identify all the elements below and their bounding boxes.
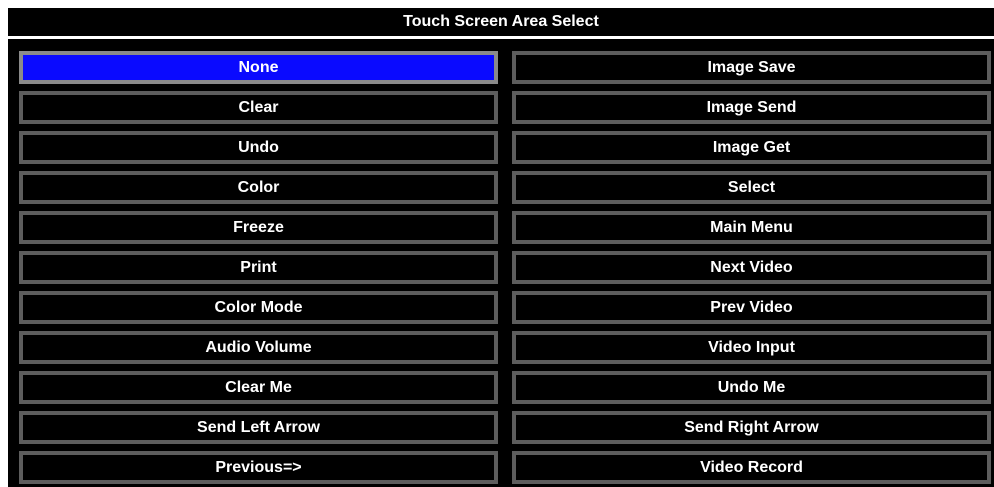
button-label: Image Get bbox=[712, 138, 791, 156]
button-label: Undo Me bbox=[717, 378, 786, 396]
button-label: Clear bbox=[238, 98, 279, 116]
area-button-image-send[interactable]: Image Send bbox=[512, 91, 991, 124]
button-label: Send Left Arrow bbox=[197, 418, 320, 436]
button-label: Color Mode bbox=[214, 298, 303, 316]
area-button-prev-video[interactable]: Prev Video bbox=[512, 291, 991, 324]
area-button-print[interactable]: Print bbox=[19, 251, 498, 284]
area-button-color-mode[interactable]: Color Mode bbox=[19, 291, 498, 324]
area-button-video-input[interactable]: Video Input bbox=[512, 331, 991, 364]
area-button-clear-me[interactable]: Clear Me bbox=[19, 371, 498, 404]
button-label: Color bbox=[237, 178, 280, 196]
title-divider bbox=[8, 36, 994, 39]
area-button-undo-me[interactable]: Undo Me bbox=[512, 371, 991, 404]
area-button-image-save[interactable]: Image Save bbox=[512, 51, 991, 84]
button-label: Print bbox=[240, 258, 277, 276]
button-label: Main Menu bbox=[710, 218, 793, 236]
area-button-video-record[interactable]: Video Record bbox=[512, 451, 991, 484]
button-label: Audio Volume bbox=[205, 338, 312, 356]
button-label: Image Save bbox=[707, 58, 796, 76]
area-button-clear[interactable]: Clear bbox=[19, 91, 498, 124]
area-button-none[interactable]: None bbox=[19, 51, 498, 84]
area-button-image-get[interactable]: Image Get bbox=[512, 131, 991, 164]
area-button-grid: None Image Save Clear Image Send Undo Im… bbox=[19, 51, 991, 484]
button-label: None bbox=[238, 58, 279, 76]
area-button-select[interactable]: Select bbox=[512, 171, 991, 204]
area-button-freeze[interactable]: Freeze bbox=[19, 211, 498, 244]
button-label: Video Record bbox=[700, 458, 803, 476]
button-label: Undo bbox=[238, 138, 279, 156]
touch-area-panel: Touch Screen Area Select None Image Save… bbox=[8, 8, 994, 487]
area-button-main-menu[interactable]: Main Menu bbox=[512, 211, 991, 244]
button-label: Send Right Arrow bbox=[684, 418, 819, 436]
button-label: Previous=> bbox=[215, 458, 302, 476]
area-button-next-video[interactable]: Next Video bbox=[512, 251, 991, 284]
button-label: Prev Video bbox=[710, 298, 793, 316]
button-label: Next Video bbox=[710, 258, 793, 276]
button-label: Clear Me bbox=[225, 378, 292, 396]
area-button-send-left-arrow[interactable]: Send Left Arrow bbox=[19, 411, 498, 444]
area-button-undo[interactable]: Undo bbox=[19, 131, 498, 164]
area-button-audio-volume[interactable]: Audio Volume bbox=[19, 331, 498, 364]
button-label: Image Send bbox=[706, 98, 797, 116]
area-button-color[interactable]: Color bbox=[19, 171, 498, 204]
button-label: Select bbox=[727, 178, 776, 196]
panel-title: Touch Screen Area Select bbox=[8, 8, 994, 36]
button-label: Video Input bbox=[708, 338, 795, 356]
button-label: Freeze bbox=[233, 218, 284, 236]
area-button-previous[interactable]: Previous=> bbox=[19, 451, 498, 484]
area-button-send-right-arrow[interactable]: Send Right Arrow bbox=[512, 411, 991, 444]
